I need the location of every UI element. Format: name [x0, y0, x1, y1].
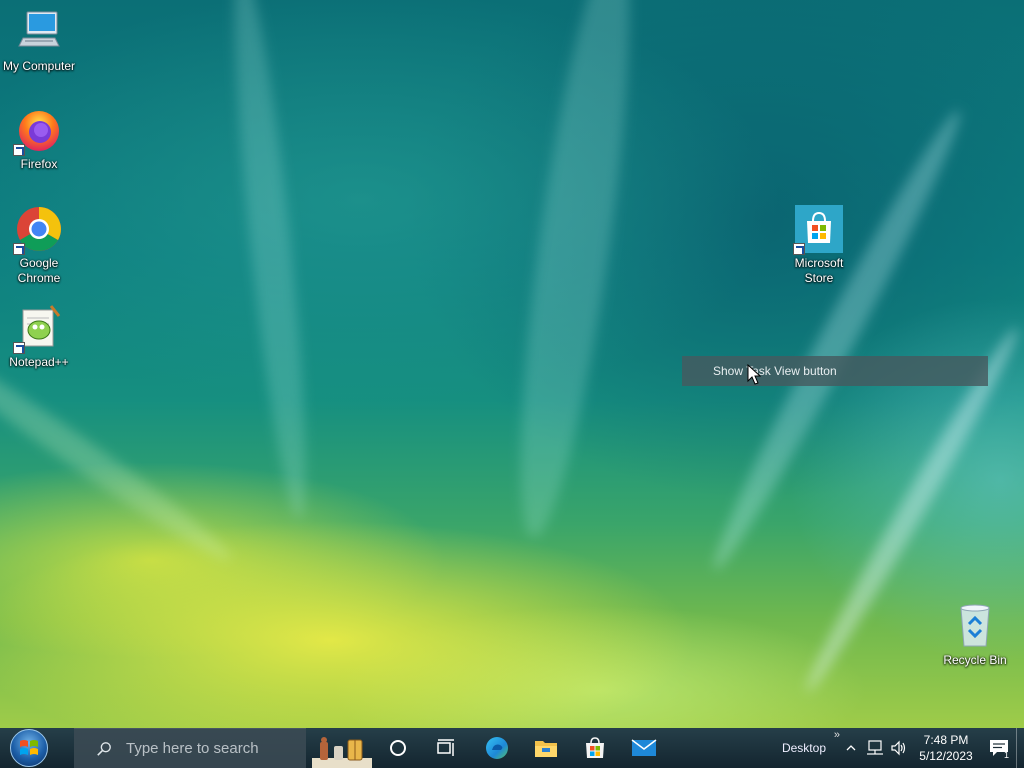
clock-date: 5/12/2023: [919, 749, 973, 763]
volume-icon[interactable]: [890, 740, 908, 756]
search-icon: [97, 741, 111, 756]
desktop-icon-label: Firefox: [20, 157, 58, 171]
taskbar-edge[interactable]: [472, 728, 521, 768]
desktop-icon-label: Microsoft Store: [794, 256, 844, 285]
desktop-icon-label: Recycle Bin: [943, 653, 1007, 667]
taskbar-microsoft-store[interactable]: [570, 728, 619, 768]
task-view-icon: [437, 739, 454, 756]
desktop-icon-recycle-bin[interactable]: Recycle Bin: [936, 602, 1014, 668]
tooltip: Show Task View button: [682, 356, 988, 386]
windows-logo-icon: [10, 729, 48, 767]
chrome-icon: [13, 205, 63, 255]
mail-icon: [631, 739, 656, 756]
desktop-icon-label: Google Chrome: [17, 256, 61, 285]
clock-time: 7:48 PM: [923, 733, 969, 747]
firefox-icon: [13, 106, 63, 156]
notepad-plus-plus-icon: [13, 304, 63, 354]
search-highlight-icon[interactable]: [310, 728, 374, 768]
taskbar-search[interactable]: [74, 728, 306, 768]
taskbar: Desktop » 7:48 PM 5/12/2023 1: [0, 728, 1024, 768]
start-button[interactable]: [0, 728, 58, 768]
search-input[interactable]: [126, 740, 306, 757]
task-view-button[interactable]: [422, 728, 470, 768]
edge-icon: [485, 737, 508, 759]
desktop-icon-label: Notepad++: [9, 355, 69, 369]
taskbar-file-explorer[interactable]: [521, 728, 570, 768]
desktop-icon-my-computer[interactable]: My Computer: [0, 8, 78, 74]
toolbar-expand-icon[interactable]: »: [834, 729, 840, 741]
system-tray: Desktop » 7:48 PM 5/12/2023 1: [782, 728, 1024, 768]
clock[interactable]: 7:48 PM 5/12/2023: [916, 732, 976, 764]
cortana-button[interactable]: [374, 728, 422, 768]
desktop-icon-microsoft-store[interactable]: Microsoft Store: [780, 205, 858, 286]
microsoft-store-icon: [585, 737, 604, 758]
microsoft-store-icon: [793, 205, 843, 255]
desktop-icon-firefox[interactable]: Firefox: [0, 106, 78, 172]
show-desktop-button[interactable]: [1016, 728, 1024, 768]
network-icon[interactable]: [866, 740, 884, 756]
notification-count-badge: 1: [1003, 750, 1009, 760]
computer-icon: [15, 8, 63, 56]
desktop-icon-google-chrome[interactable]: Google Chrome: [0, 205, 78, 286]
action-center-button[interactable]: 1: [982, 728, 1016, 768]
desktop-icon-notepad-plus-plus[interactable]: Notepad++: [0, 304, 78, 370]
cortana-circle-icon: [390, 740, 406, 756]
file-explorer-icon: [534, 741, 557, 757]
taskbar-mail[interactable]: [619, 728, 668, 768]
recycle-bin-icon: [951, 602, 999, 650]
desktop-toolbar-text: Desktop: [781, 741, 826, 755]
mouse-cursor-icon: [747, 364, 761, 385]
desktop-toolbar-label[interactable]: Desktop »: [781, 729, 840, 755]
hidden-icons-chevron-icon[interactable]: [846, 744, 856, 752]
desktop-icon-label: My Computer: [2, 59, 76, 73]
